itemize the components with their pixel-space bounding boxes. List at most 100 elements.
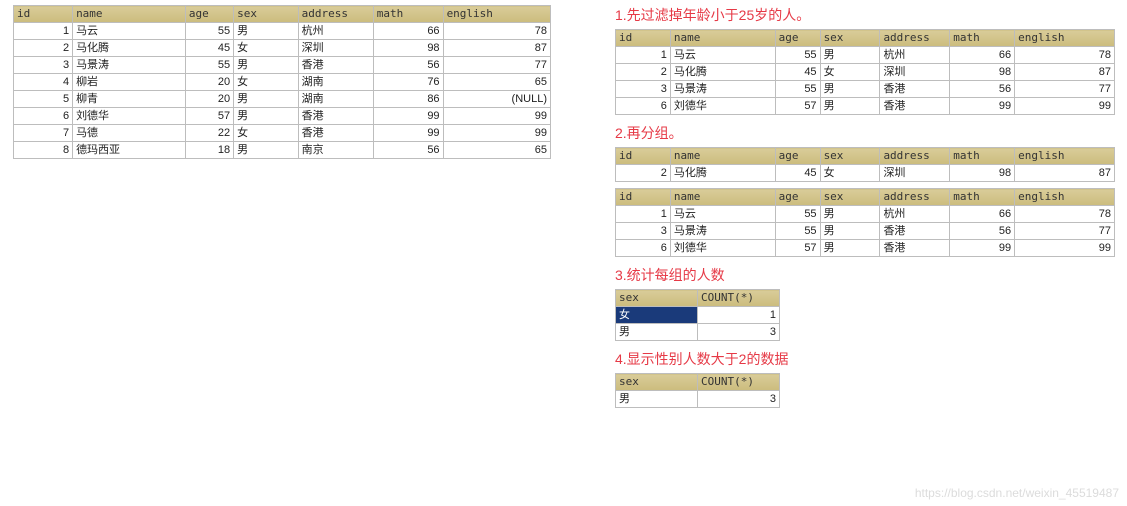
- table-cell: 柳岩: [73, 74, 186, 91]
- column-header: age: [775, 189, 820, 206]
- column-header: name: [670, 189, 775, 206]
- table-row: 2马化腾45女深圳9887: [14, 40, 551, 57]
- table-cell: 6: [616, 98, 671, 115]
- step1-table: idnameagesexaddressmathenglish 1马云55男杭州6…: [615, 29, 1115, 115]
- table-cell: 刘德华: [73, 108, 186, 125]
- table-cell: 深圳: [880, 165, 950, 182]
- column-header: math: [950, 189, 1015, 206]
- table-cell: 3: [698, 391, 780, 408]
- table-cell: 55: [775, 223, 820, 240]
- table-cell: 78: [1015, 47, 1115, 64]
- column-header: sex: [234, 6, 298, 23]
- table-cell: 8: [14, 142, 73, 159]
- column-header: id: [14, 6, 73, 23]
- step2-table-b: idnameagesexaddressmathenglish 1马云55男杭州6…: [615, 188, 1115, 257]
- step3-table: sexCOUNT(*) 女1男3: [615, 289, 780, 341]
- column-header: sex: [820, 148, 880, 165]
- table-cell: 香港: [298, 125, 373, 142]
- table-cell: 45: [185, 40, 233, 57]
- table-cell: 7: [14, 125, 73, 142]
- table-cell: 76: [373, 74, 443, 91]
- table-cell: 男: [234, 142, 298, 159]
- table-cell: 2: [616, 64, 671, 81]
- table-cell: 香港: [880, 98, 950, 115]
- table-cell: 57: [775, 98, 820, 115]
- table-cell: 湖南: [298, 74, 373, 91]
- table-cell: 57: [185, 108, 233, 125]
- table-cell: 5: [14, 91, 73, 108]
- column-header: id: [616, 189, 671, 206]
- table-cell: 2: [14, 40, 73, 57]
- column-header: address: [298, 6, 373, 23]
- table-cell: 男: [616, 391, 698, 408]
- table-row: 1马云55男杭州6678: [616, 47, 1115, 64]
- step1-title: 1.先过滤掉年龄小于25岁的人。: [615, 5, 1115, 25]
- step2-table-a: idnameagesexaddressmathenglish 2马化腾45女深圳…: [615, 147, 1115, 182]
- table-row: 3马景涛55男香港5677: [14, 57, 551, 74]
- table-cell: 87: [1015, 165, 1115, 182]
- table-row: 6刘德华57男香港9999: [616, 98, 1115, 115]
- table-cell: 1: [616, 47, 671, 64]
- table-cell: 刘德华: [670, 98, 775, 115]
- table-cell: 马云: [670, 47, 775, 64]
- table-cell: 2: [616, 165, 671, 182]
- table-cell: 65: [443, 74, 550, 91]
- column-header: id: [616, 148, 671, 165]
- table-cell: 65: [443, 142, 550, 159]
- column-header: COUNT(*): [698, 374, 780, 391]
- table-cell: 女: [820, 165, 880, 182]
- table-cell: 45: [775, 165, 820, 182]
- step2-title: 2.再分组。: [615, 123, 1115, 143]
- watermark: https://blog.csdn.net/weixin_45519487: [915, 486, 1119, 500]
- column-header: COUNT(*): [698, 290, 780, 307]
- table-cell: 56: [373, 57, 443, 74]
- table-row: 6刘德华57男香港9999: [616, 240, 1115, 257]
- table-cell: 男: [234, 57, 298, 74]
- column-header: english: [443, 6, 550, 23]
- table-cell: 66: [950, 206, 1015, 223]
- table-cell: 22: [185, 125, 233, 142]
- table-cell: 3: [616, 223, 671, 240]
- table-cell: 55: [185, 57, 233, 74]
- table-cell: 66: [950, 47, 1015, 64]
- column-header: address: [880, 189, 950, 206]
- table-row: 男3: [616, 324, 780, 341]
- table-cell: 3: [616, 81, 671, 98]
- table-cell: 78: [1015, 206, 1115, 223]
- column-header: age: [185, 6, 233, 23]
- main-table: idnameagesexaddressmathenglish 1马云55男杭州6…: [13, 5, 551, 159]
- step4-title: 4.显示性别人数大于2的数据: [615, 349, 1115, 369]
- table-cell: 18: [185, 142, 233, 159]
- column-header: sex: [616, 374, 698, 391]
- table-cell: 马景涛: [670, 81, 775, 98]
- table-cell: 99: [950, 240, 1015, 257]
- table-row: 1马云55男杭州6678: [616, 206, 1115, 223]
- table-cell: 杭州: [880, 47, 950, 64]
- table-cell: 3: [14, 57, 73, 74]
- table-cell: 99: [443, 108, 550, 125]
- column-header: english: [1015, 189, 1115, 206]
- table-row: 4柳岩20女湖南7665: [14, 74, 551, 91]
- table-row: 3马景涛55男香港5677: [616, 223, 1115, 240]
- table-cell: 1: [698, 307, 780, 324]
- table-cell: 男: [616, 324, 698, 341]
- table-cell: 男: [820, 81, 880, 98]
- table-cell: 98: [950, 64, 1015, 81]
- column-header: math: [950, 148, 1015, 165]
- table-row: 1马云55男杭州6678: [14, 23, 551, 40]
- table-cell: 马云: [73, 23, 186, 40]
- step4-table: sexCOUNT(*) 男3: [615, 373, 780, 408]
- table-cell: 56: [950, 223, 1015, 240]
- table-cell: 6: [616, 240, 671, 257]
- table-cell: 6: [14, 108, 73, 125]
- table-cell: 4: [14, 74, 73, 91]
- table-cell: 99: [373, 125, 443, 142]
- table-cell: 女: [234, 125, 298, 142]
- table-cell: 香港: [298, 57, 373, 74]
- table-cell: 55: [775, 81, 820, 98]
- table-cell: 德玛西亚: [73, 142, 186, 159]
- table-cell: 1: [616, 206, 671, 223]
- table-cell: 55: [775, 47, 820, 64]
- table-cell: 55: [185, 23, 233, 40]
- table-cell: 马德: [73, 125, 186, 142]
